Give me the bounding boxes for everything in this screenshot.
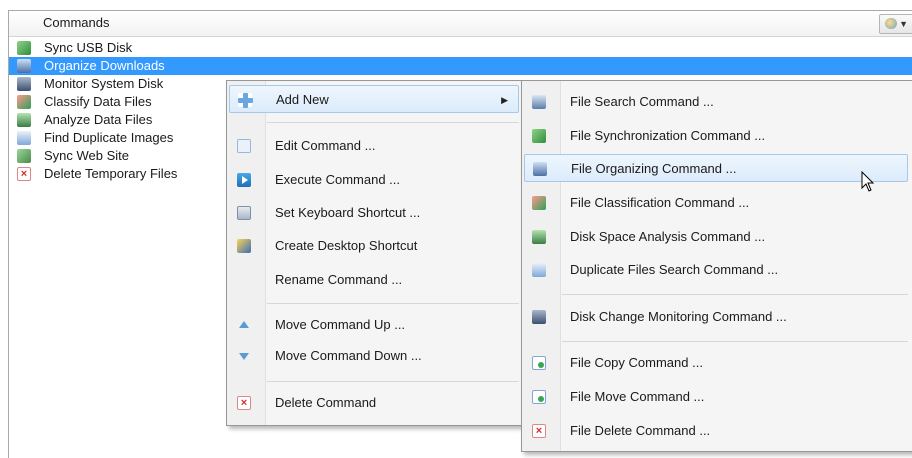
menu-item-label: File Search Command ... bbox=[570, 94, 714, 109]
submenu-item-file-search[interactable]: File Search Command ... bbox=[524, 88, 908, 116]
list-item-label: Sync Web Site bbox=[44, 148, 130, 163]
list-item-label: Analyze Data Files bbox=[44, 112, 153, 127]
menu-item-label: Execute Command ... bbox=[275, 172, 400, 187]
menu-item-label: File Classification Command ... bbox=[570, 195, 750, 210]
menu-item-label: File Copy Command ... bbox=[570, 355, 703, 370]
menu-item-label: Edit Command ... bbox=[275, 138, 376, 153]
menu-item-label: Move Command Up ... bbox=[275, 317, 406, 332]
menu-item-label: File Organizing Command ... bbox=[571, 161, 737, 176]
keyboard-icon bbox=[237, 206, 251, 220]
duplicates-icon bbox=[532, 263, 546, 277]
move-icon bbox=[532, 390, 546, 404]
desktop-shortcut-icon bbox=[237, 239, 251, 253]
view-options-button[interactable]: ▼ bbox=[879, 14, 912, 34]
menu-separator bbox=[267, 303, 519, 304]
submenu-item-file-move[interactable]: File Move Command ... bbox=[524, 383, 908, 411]
list-item-selected[interactable]: Organize Downloads bbox=[9, 57, 912, 75]
menu-item-label: Move Command Down ... bbox=[275, 348, 422, 363]
menu-item-label: Disk Change Monitoring Command ... bbox=[570, 309, 787, 324]
menu-item-label: Create Desktop Shortcut bbox=[275, 238, 418, 253]
list-item-label: Sync USB Disk bbox=[44, 40, 133, 55]
play-icon bbox=[237, 173, 251, 187]
list-header: Commands ▼ bbox=[9, 11, 912, 37]
list-item-label: Organize Downloads bbox=[44, 58, 165, 73]
menu-item-rename[interactable]: Rename Command ... bbox=[229, 266, 519, 294]
menu-item-edit[interactable]: Edit Command ... bbox=[229, 132, 519, 160]
list-item[interactable]: Sync USB Disk bbox=[9, 39, 912, 57]
view-options-icon bbox=[885, 18, 897, 29]
chevron-down-icon: ▼ bbox=[899, 19, 908, 29]
delete-icon: × bbox=[237, 396, 251, 410]
delete-icon: × bbox=[532, 424, 546, 438]
list-item-label: Classify Data Files bbox=[44, 94, 152, 109]
monitor-icon bbox=[532, 310, 546, 324]
delete-icon: × bbox=[17, 167, 31, 181]
menu-separator bbox=[267, 122, 519, 123]
menu-item-add-new[interactable]: Add New ▶ bbox=[229, 85, 519, 113]
sync-icon bbox=[532, 129, 546, 143]
monitor-icon bbox=[17, 77, 31, 91]
submenu-arrow-icon: ▶ bbox=[501, 95, 508, 105]
menu-item-execute[interactable]: Execute Command ... bbox=[229, 166, 519, 194]
menu-item-label: Delete Command bbox=[275, 395, 377, 410]
menu-separator bbox=[267, 381, 519, 382]
menu-item-label: File Delete Command ... bbox=[570, 423, 711, 438]
submenu-item-file-organizing[interactable]: File Organizing Command ... bbox=[524, 154, 908, 182]
duplicates-icon bbox=[17, 131, 31, 145]
context-menu: Add New ▶ Edit Command ... Execute Comma… bbox=[226, 80, 524, 426]
submenu-item-file-classification[interactable]: File Classification Command ... bbox=[524, 189, 908, 217]
menu-item-label: File Move Command ... bbox=[570, 389, 705, 404]
menu-separator bbox=[562, 294, 908, 295]
menu-item-label: Disk Space Analysis Command ... bbox=[570, 229, 766, 244]
submenu-item-disk-change-monitoring[interactable]: Disk Change Monitoring Command ... bbox=[524, 303, 908, 331]
menu-item-label: Duplicate Files Search Command ... bbox=[570, 262, 779, 277]
menu-item-move-up[interactable]: Move Command Up ... bbox=[229, 311, 519, 339]
sync-icon bbox=[17, 41, 31, 55]
menu-item-label: Rename Command ... bbox=[275, 272, 403, 287]
arrow-up-icon bbox=[237, 318, 251, 332]
menu-item-keyboard-shortcut[interactable]: Set Keyboard Shortcut ... bbox=[229, 199, 519, 227]
sync-icon bbox=[17, 149, 31, 163]
menu-separator bbox=[562, 341, 908, 342]
classify-icon bbox=[532, 196, 546, 210]
classify-icon bbox=[17, 95, 31, 109]
submenu-item-file-sync[interactable]: File Synchronization Command ... bbox=[524, 122, 908, 150]
menu-item-desktop-shortcut[interactable]: Create Desktop Shortcut bbox=[229, 232, 519, 260]
add-icon bbox=[238, 93, 253, 108]
analyze-icon bbox=[532, 230, 546, 244]
list-item-label: Monitor System Disk bbox=[44, 76, 164, 91]
edit-icon bbox=[237, 139, 251, 153]
menu-item-label: Add New bbox=[276, 92, 329, 107]
submenu-item-file-copy[interactable]: File Copy Command ... bbox=[524, 349, 908, 377]
organize-icon bbox=[533, 162, 547, 176]
copy-icon bbox=[532, 356, 546, 370]
column-header-commands[interactable]: Commands bbox=[43, 15, 109, 30]
organize-icon bbox=[17, 59, 31, 73]
menu-item-move-down[interactable]: Move Command Down ... bbox=[229, 342, 519, 370]
list-item-label: Delete Temporary Files bbox=[44, 166, 178, 181]
submenu-item-file-delete[interactable]: × File Delete Command ... bbox=[524, 417, 908, 445]
add-new-submenu: File Search Command ... File Synchroniza… bbox=[521, 80, 912, 452]
submenu-item-disk-space-analysis[interactable]: Disk Space Analysis Command ... bbox=[524, 223, 908, 251]
list-item-label: Find Duplicate Images bbox=[44, 130, 174, 145]
arrow-down-icon bbox=[237, 349, 251, 363]
menu-item-label: File Synchronization Command ... bbox=[570, 128, 766, 143]
analyze-icon bbox=[17, 113, 31, 127]
search-icon bbox=[532, 95, 546, 109]
menu-item-label: Set Keyboard Shortcut ... bbox=[275, 205, 421, 220]
submenu-item-duplicate-search[interactable]: Duplicate Files Search Command ... bbox=[524, 256, 908, 284]
menu-item-delete[interactable]: × Delete Command bbox=[229, 389, 519, 417]
